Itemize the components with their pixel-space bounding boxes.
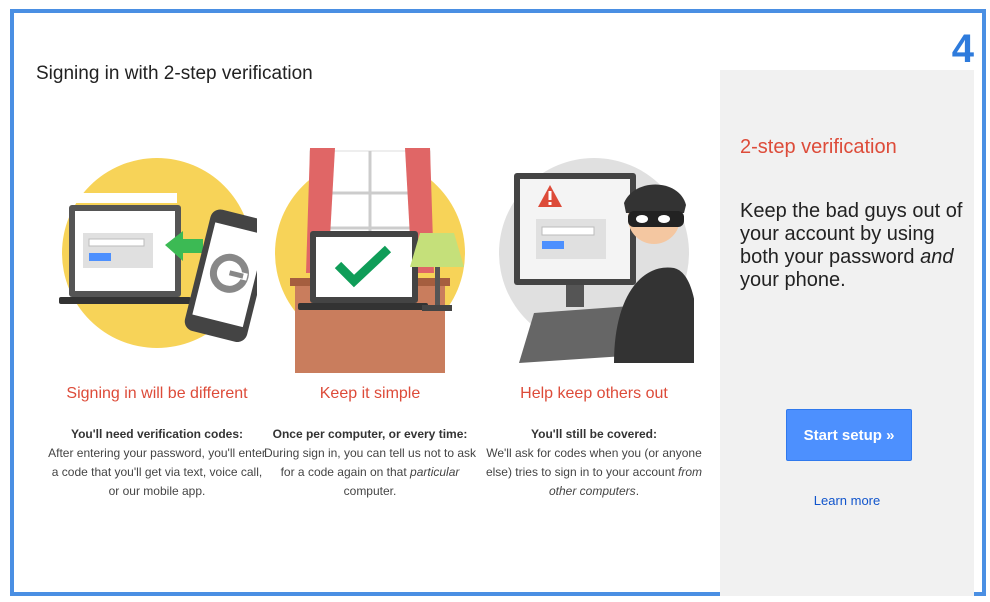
feature-lead: Once per computer, or every time: bbox=[272, 427, 468, 441]
feature-title: Keep it simple bbox=[319, 385, 421, 402]
side-description: Keep the bad guys out of your account by… bbox=[740, 200, 963, 291]
page-title: Signing in with 2-step verification bbox=[36, 63, 313, 84]
thief-illustration bbox=[499, 158, 694, 363]
feature-title: Help keep others out bbox=[520, 385, 668, 402]
tutorial-frame: 4 Signing in with 2-step verification Si… bbox=[10, 9, 986, 596]
feature-body: During sign in, you can tell us not to a… bbox=[263, 446, 477, 498]
feature-signing-different: Signing in will be different You'll need… bbox=[47, 133, 267, 501]
feature-lead: You'll still be covered: bbox=[531, 427, 657, 441]
feature-lead: You'll need verification codes: bbox=[70, 427, 243, 441]
start-setup-button[interactable]: Start setup » bbox=[786, 409, 912, 461]
feature-description: You'll need verification codes: After en… bbox=[47, 425, 267, 501]
laptop-check-illustration bbox=[275, 148, 465, 373]
side-panel: 2-step verification Keep the bad guys ou… bbox=[720, 70, 974, 596]
step-number: 4 bbox=[951, 27, 974, 71]
feature-keep-others-out: Help keep others out You'll still be cov… bbox=[484, 133, 704, 501]
side-heading: 2-step verification bbox=[740, 136, 897, 158]
learn-more-link[interactable]: Learn more bbox=[720, 493, 974, 508]
feature-keep-simple: Keep it simple Once per computer, or eve… bbox=[260, 133, 480, 501]
phone-code-illustration bbox=[57, 158, 257, 348]
feature-description: You'll still be covered: We'll ask for c… bbox=[484, 425, 704, 501]
feature-body: We'll ask for codes when you (or anyone … bbox=[485, 446, 703, 498]
feature-title: Signing in will be different bbox=[66, 385, 248, 402]
feature-description: Once per computer, or every time: During… bbox=[260, 425, 480, 501]
feature-body: After entering your password, you'll ent… bbox=[48, 446, 266, 498]
